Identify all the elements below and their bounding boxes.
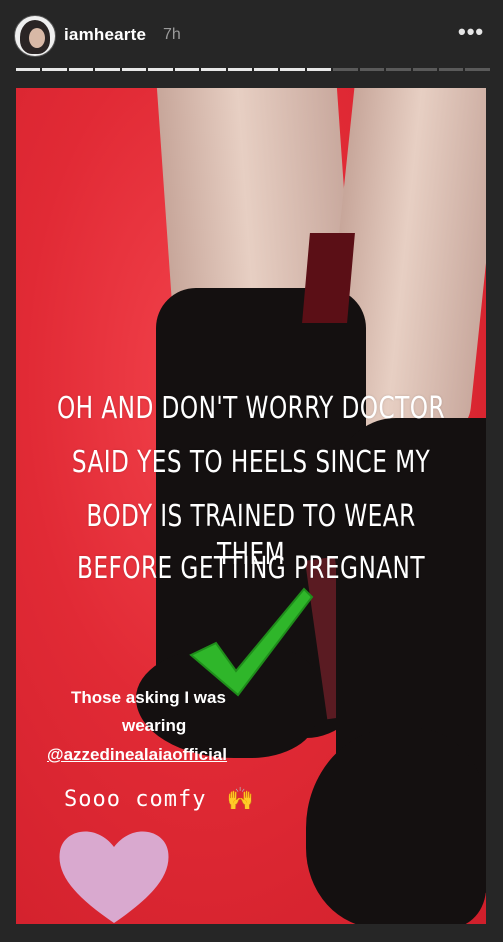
progress-segment — [253, 68, 279, 71]
story-text-line-1: OH AND DON'T WORRY DOCTOR — [56, 391, 446, 426]
story-media[interactable]: OH AND DON'T WORRY DOCTOR SAID YES TO HE… — [16, 88, 486, 924]
story-text-line-2: SAID YES TO HEELS SINCE MY — [71, 445, 431, 480]
progress-segment — [174, 68, 200, 71]
avatar[interactable] — [14, 15, 56, 57]
progress-segment — [227, 68, 252, 71]
raised-hands-emoji: 🙌 — [226, 787, 256, 812]
progress-segment — [68, 68, 94, 71]
post-time: 7h — [163, 26, 181, 43]
caption-line-1: Those asking I was — [71, 688, 226, 707]
caption-line-2: wearing — [122, 716, 187, 735]
progress-segment — [465, 68, 490, 71]
progress-segment — [359, 68, 385, 71]
story-progress-bar — [16, 68, 490, 71]
progress-segment — [306, 68, 332, 71]
progress-segment — [42, 68, 67, 71]
right-boot-toe — [306, 728, 486, 924]
progress-segment — [439, 68, 464, 71]
comfy-text: Sooo comfy 🙌 — [64, 787, 255, 812]
progress-segment — [333, 68, 358, 71]
heart-icon — [59, 831, 169, 923]
comfy-label: Sooo comfy — [64, 787, 207, 812]
progress-segment — [412, 68, 437, 71]
username-link[interactable]: iamhearte — [64, 25, 146, 45]
checkmark-icon — [189, 587, 314, 697]
progress-segment — [121, 68, 147, 71]
progress-segment — [386, 68, 411, 71]
progress-segment — [16, 68, 41, 71]
more-dots-icon[interactable]: ••• — [458, 21, 484, 43]
progress-segment — [95, 68, 120, 71]
progress-segment — [280, 68, 305, 71]
boot-collar — [302, 233, 355, 323]
mention-link[interactable]: @azzedinealaiaofficial — [47, 745, 227, 765]
progress-segment — [148, 68, 173, 71]
avatar-face — [29, 28, 45, 48]
story-header: iamhearte 7h ••• — [0, 0, 503, 71]
progress-segment — [201, 68, 226, 71]
